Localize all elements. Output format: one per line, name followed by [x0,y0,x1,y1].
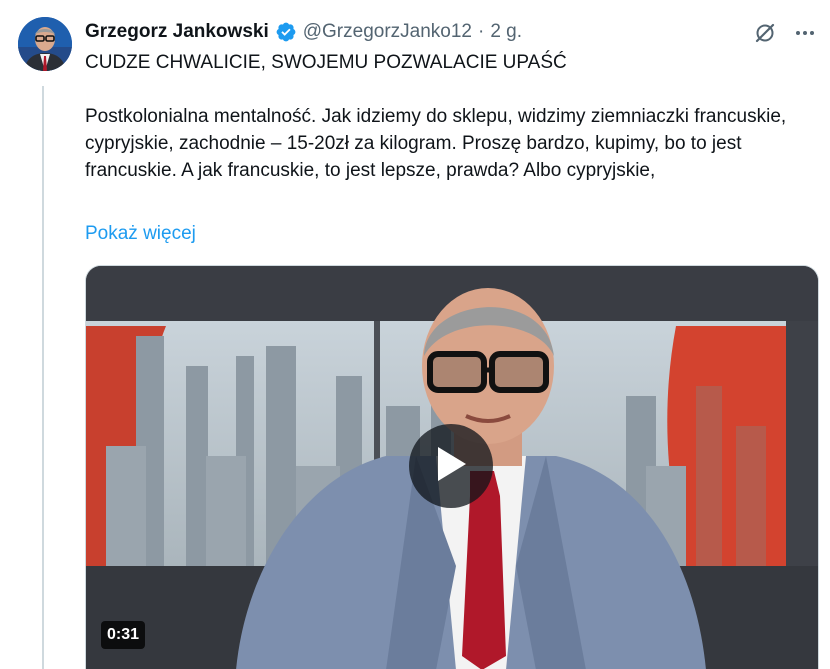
tweet-time[interactable]: 2 g. [490,21,522,43]
video-player[interactable]: 0:31 [85,265,819,669]
author-handle[interactable]: @GrzegorzJanko12 [303,21,472,43]
separator-dot: · [478,21,485,42]
tweet-body: Postkolonialna mentalność. Jak idziemy d… [85,106,787,181]
play-icon [434,445,468,488]
grok-icon[interactable] [752,20,778,46]
thread-line [42,86,44,669]
author-display-name[interactable]: Grzegorz Jankowski [85,21,269,43]
avatar[interactable] [18,17,72,71]
tweet-text: CUDZE CHWALICIE, SWOJEMU POZWALACIE UPAŚ… [85,49,805,184]
video-duration-badge: 0:31 [101,621,146,649]
show-more-link[interactable]: Pokaż więcej [85,220,196,247]
tweet-headline: CUDZE CHWALICIE, SWOJEMU POZWALACIE UPAŚ… [85,52,567,73]
more-icon[interactable] [792,20,818,46]
play-button[interactable] [409,424,493,508]
verified-badge-icon [275,21,297,43]
tweet-header: Grzegorz Jankowski @GrzegorzJanko12 · 2 … [85,18,770,46]
tweet-top-actions [752,18,818,48]
